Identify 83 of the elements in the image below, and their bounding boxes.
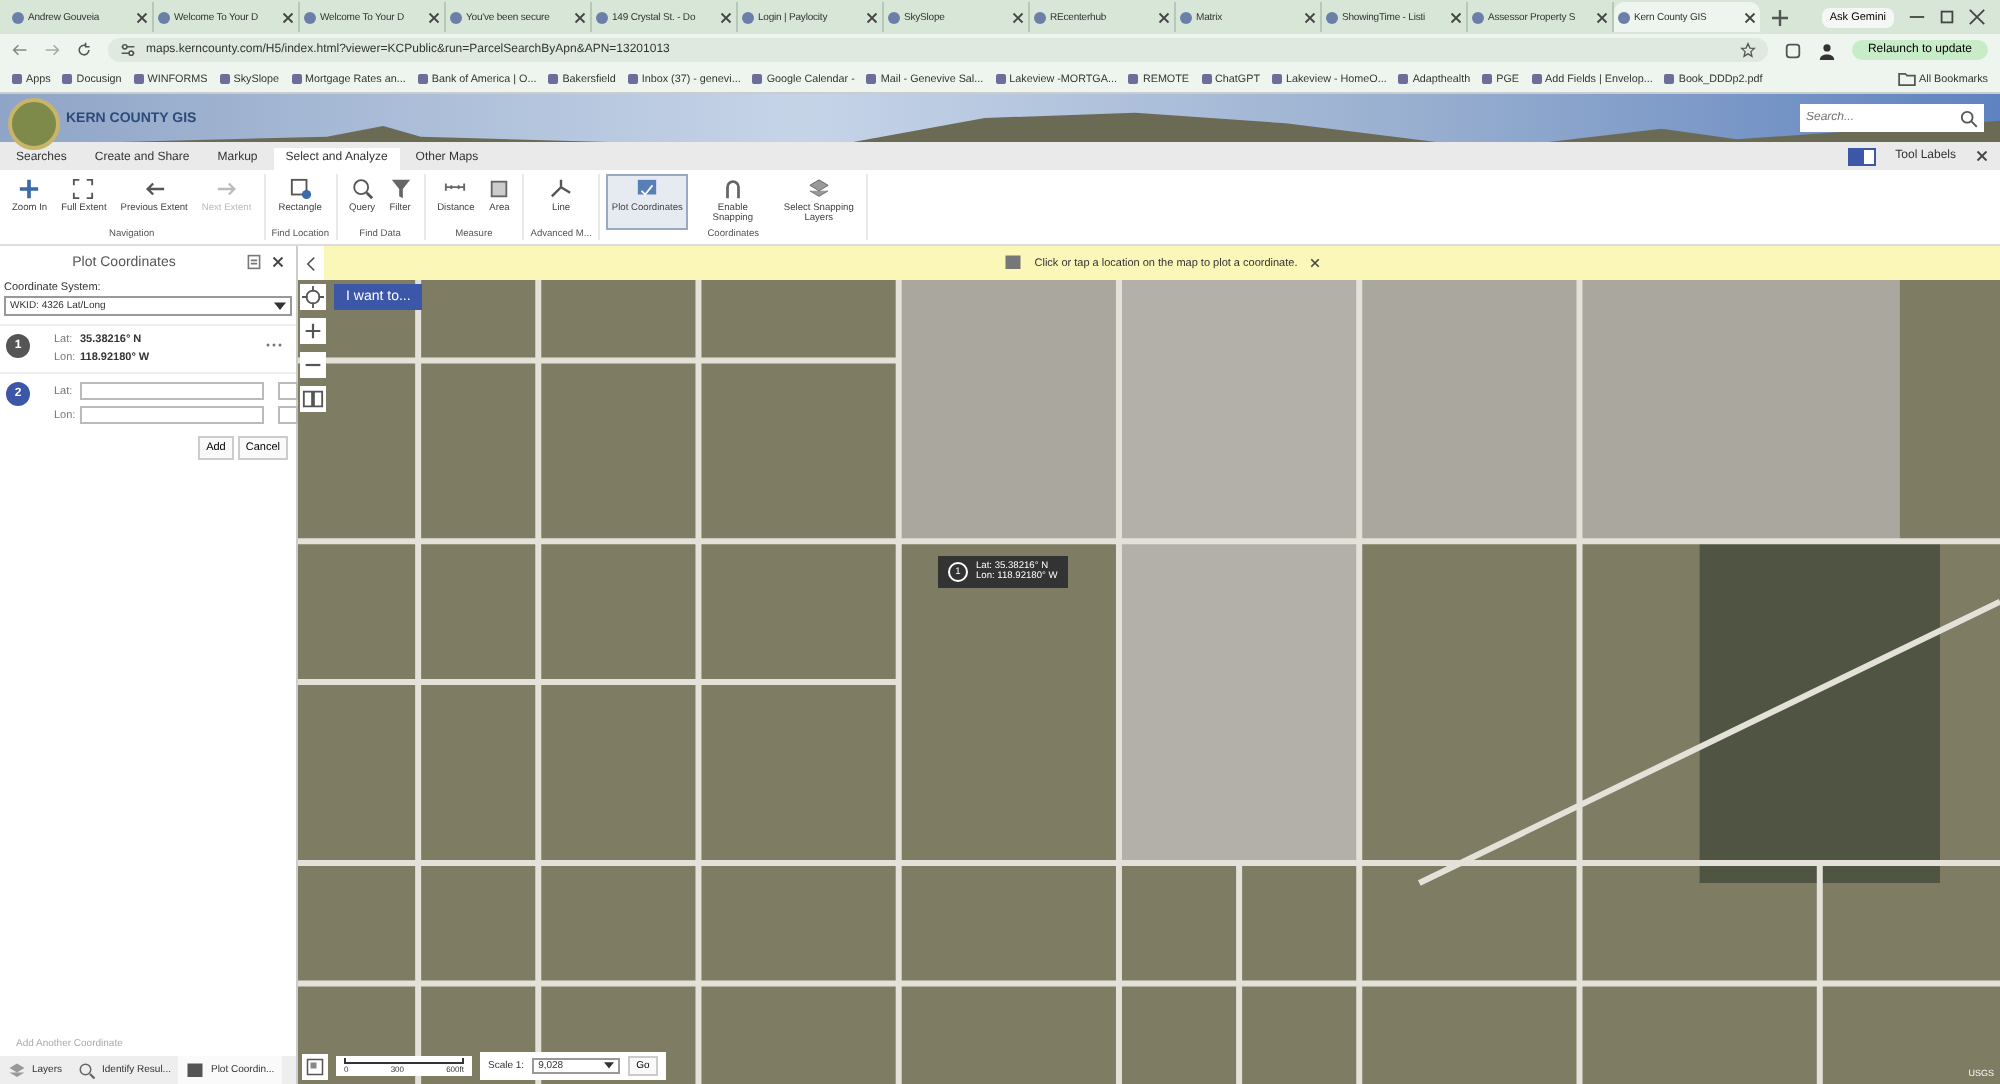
bookmark-icon	[627, 74, 638, 84]
search-icon	[78, 1061, 97, 1079]
collapse-icon[interactable]	[306, 255, 316, 271]
site-icon	[1472, 11, 1484, 23]
close-icon[interactable]	[1304, 11, 1316, 23]
close-icon[interactable]	[272, 256, 284, 268]
site-icon	[596, 11, 608, 23]
rectangle-icon	[289, 178, 312, 200]
caret-icon	[604, 1062, 615, 1070]
site-icon	[1180, 11, 1192, 23]
bookmark-icon	[291, 74, 302, 84]
zoom-in-icon[interactable]	[300, 318, 326, 344]
book-icon[interactable]	[300, 386, 326, 412]
site-icon	[158, 11, 170, 23]
bookmark-icon	[548, 74, 559, 84]
site-icon	[742, 11, 754, 23]
restore-icon[interactable]	[1938, 8, 1956, 26]
line-icon	[550, 178, 573, 200]
site-icon	[12, 11, 24, 23]
reload-icon[interactable]	[76, 42, 92, 58]
search-icon	[351, 178, 374, 200]
close-icon[interactable]	[428, 11, 440, 23]
close-icon[interactable]	[136, 11, 148, 23]
left-arrow-icon	[143, 178, 166, 200]
overview-map-icon[interactable]	[302, 1053, 328, 1079]
more-options-icon[interactable]	[264, 342, 284, 348]
county-seal-icon	[8, 98, 60, 150]
site-icon	[1034, 11, 1046, 23]
search-icon[interactable]	[1960, 109, 1978, 127]
bookmark-icon	[12, 74, 22, 84]
close-icon[interactable]	[720, 11, 732, 23]
close-icon[interactable]	[1309, 258, 1320, 268]
site-icon	[1618, 11, 1630, 23]
lat-input[interactable]	[80, 382, 264, 400]
site-icon	[888, 11, 900, 23]
bookmark-icon	[133, 74, 144, 84]
bookmark-icon	[1531, 74, 1541, 84]
profile-icon[interactable]	[1817, 41, 1836, 59]
close-icon[interactable]	[1012, 11, 1024, 23]
close-icon[interactable]	[1158, 11, 1170, 23]
back-arrow-icon[interactable]	[12, 42, 28, 58]
bookmark-icon	[1664, 74, 1675, 84]
close-icon[interactable]	[1596, 11, 1608, 23]
close-icon[interactable]	[866, 11, 878, 23]
close-icon[interactable]	[282, 11, 294, 23]
layers-icon	[8, 1061, 26, 1079]
bookmark-icon	[752, 74, 763, 84]
bookmark-icon	[1482, 74, 1493, 84]
filter-icon	[389, 178, 412, 200]
bookmark-icon	[62, 74, 73, 84]
toggle-switch[interactable]	[1847, 147, 1876, 165]
layers-icon	[807, 178, 830, 200]
caret-icon	[274, 301, 286, 311]
full-extent-icon	[72, 178, 95, 200]
site-icon	[450, 11, 462, 23]
site-icon	[1326, 11, 1338, 23]
close-icon[interactable]	[1744, 11, 1756, 23]
bookmark-icon	[219, 74, 230, 84]
lon-input[interactable]	[80, 406, 264, 424]
bookmark-icon	[1398, 74, 1409, 84]
extensions-icon[interactable]	[1783, 41, 1802, 59]
zoom-out-icon[interactable]	[300, 352, 326, 378]
right-arrow-icon	[215, 178, 238, 200]
bookmark-icon	[1271, 74, 1282, 84]
star-icon[interactable]	[1739, 42, 1756, 58]
bookmark-icon	[417, 74, 428, 84]
bookmark-icon	[1128, 74, 1139, 84]
bookmark-icon	[866, 74, 877, 84]
plus-icon[interactable]	[1772, 9, 1788, 25]
bookmark-icon	[995, 74, 1006, 84]
close-icon[interactable]	[1968, 8, 1986, 26]
area-icon	[488, 178, 511, 200]
plus-icon	[18, 178, 41, 200]
close-icon[interactable]	[1450, 11, 1462, 23]
site-settings-icon[interactable]	[120, 42, 136, 58]
document-icon[interactable]	[246, 254, 262, 270]
bookmark-icon	[1201, 74, 1212, 84]
close-icon[interactable]	[574, 11, 586, 23]
locate-icon[interactable]	[300, 284, 326, 310]
site-icon	[304, 11, 316, 23]
close-icon[interactable]	[1976, 150, 1988, 162]
folder-icon	[1897, 72, 1916, 86]
magnet-icon	[721, 178, 744, 200]
